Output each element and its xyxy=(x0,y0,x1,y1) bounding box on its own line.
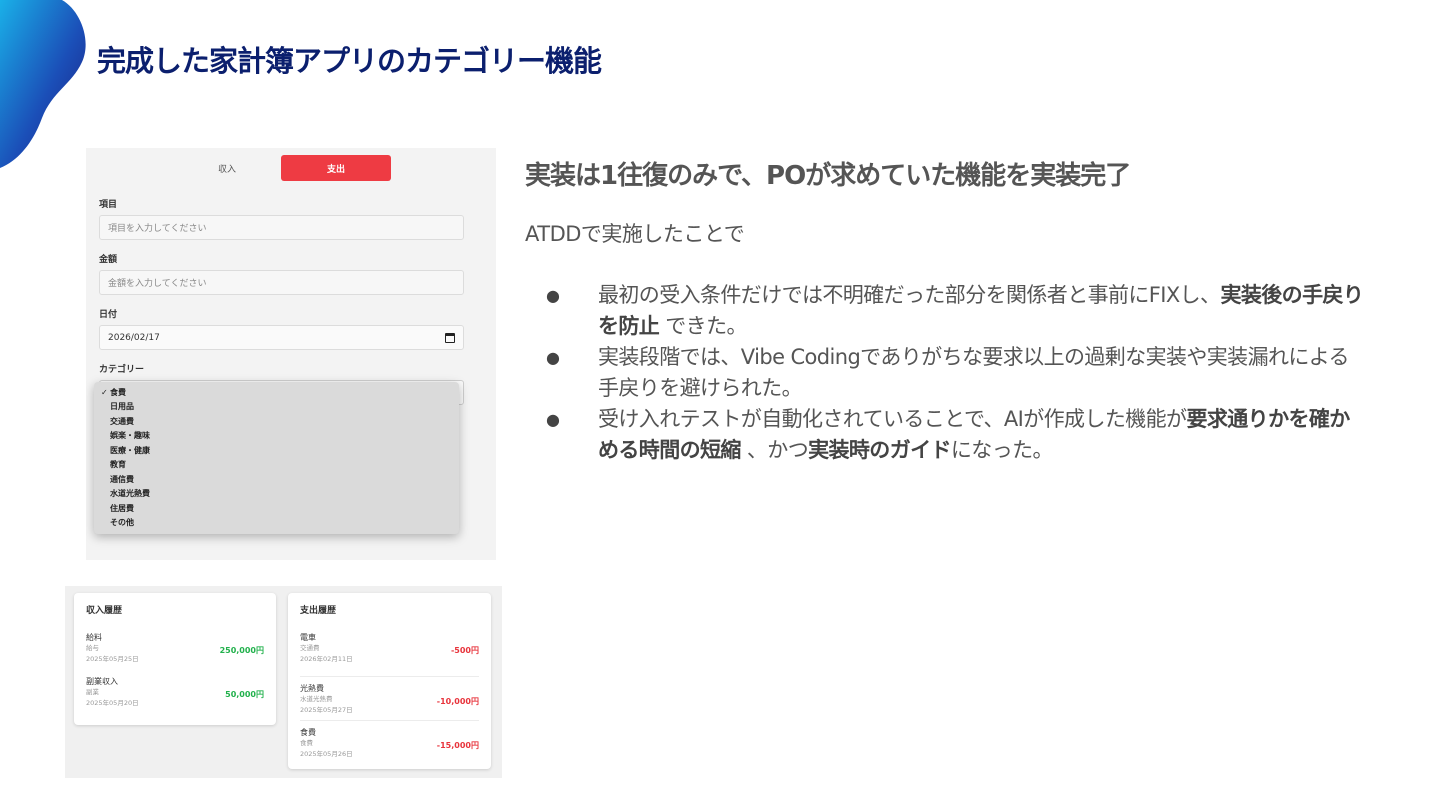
list-item: 給料 給与 2025年05月25日 250,000円 xyxy=(86,633,264,663)
amount-label: 金額 xyxy=(99,255,118,265)
item-label: 項目 xyxy=(99,200,118,210)
calendar-icon[interactable] xyxy=(445,333,455,343)
list-item: 電車 交通費 2026年02月11日 -500円 xyxy=(300,633,479,663)
entry-amount: -500円 xyxy=(450,646,479,655)
entry-amount: -15,000円 xyxy=(436,741,479,750)
income-expense-toggle: 収入 支出 xyxy=(86,155,496,181)
category-option[interactable]: ✓ 食費 xyxy=(101,385,459,400)
category-option[interactable]: 交通費 xyxy=(101,414,459,429)
category-option[interactable]: 医療・健康 xyxy=(101,443,459,458)
expense-history-title: 支出履歴 xyxy=(300,606,337,616)
slide-title: 完成した家計簿アプリのカテゴリー機能 xyxy=(97,44,602,78)
bullet-item: ● 受け入れテストが自動化されていることで、AIが作成した機能が要求通りかを確か… xyxy=(546,404,1366,466)
date-input[interactable]: 2026/02/17 xyxy=(99,325,464,350)
bullet-icon: ● xyxy=(546,348,560,367)
bullet-icon: ● xyxy=(546,410,560,429)
amount-input[interactable]: 金額を入力してください xyxy=(99,270,464,295)
list-item: 副業収入 副業 2025年05月20日 50,000円 xyxy=(86,677,264,707)
amount-placeholder: 金額を入力してください xyxy=(108,279,207,289)
income-history-card: 収入履歴 給料 給与 2025年05月25日 250,000円 副業収入 副業 … xyxy=(74,593,276,725)
entry-amount: 250,000円 xyxy=(219,646,264,655)
expense-tab[interactable]: 支出 xyxy=(281,155,391,181)
bullet-list: ● 最初の受入条件だけでは不明確だった部分を関係者と事前にFIXし、実装後の手戻… xyxy=(546,280,1366,466)
category-option[interactable]: 水道光熱費 xyxy=(101,487,459,502)
income-tab[interactable]: 収入 xyxy=(172,155,282,181)
category-option[interactable]: 日用品 xyxy=(101,400,459,415)
expense-form-screenshot: 収入 支出 項目 項目を入力してください 金額 金額を入力してください 日付 2… xyxy=(86,148,496,560)
category-option[interactable]: その他 xyxy=(101,516,459,531)
list-item: 光熱費 水道光熱費 2025年05月27日 -10,000円 xyxy=(300,676,479,720)
income-history-title: 収入履歴 xyxy=(86,606,123,616)
category-option[interactable]: 娯楽・趣味 xyxy=(101,429,459,444)
entry-amount: -10,000円 xyxy=(436,697,479,706)
list-item: 食費 食費 2025年05月26日 -15,000円 xyxy=(300,720,479,764)
category-option[interactable]: 住居費 xyxy=(101,501,459,516)
corner-decoration xyxy=(0,0,100,180)
expense-history-card: 支出履歴 電車 交通費 2026年02月11日 -500円 光熱費 水道光熱費 … xyxy=(288,593,491,769)
item-input[interactable]: 項目を入力してください xyxy=(99,215,464,240)
bullet-item: ● 最初の受入条件だけでは不明確だった部分を関係者と事前にFIXし、実装後の手戻… xyxy=(546,280,1366,342)
date-label: 日付 xyxy=(99,310,118,320)
bullet-item: ● 実装段階では、Vibe Codingでありがちな要求以上の過剰な実装や実装漏… xyxy=(546,342,1366,404)
bullet-icon: ● xyxy=(546,286,560,305)
intro-text: ATDDで実施したことで xyxy=(525,222,745,246)
category-option[interactable]: 教育 xyxy=(101,458,459,473)
item-placeholder: 項目を入力してください xyxy=(108,224,207,234)
checkmark-icon: ✓ xyxy=(101,387,108,397)
category-option[interactable]: 通信費 xyxy=(101,472,459,487)
date-value: 2026/02/17 xyxy=(108,332,160,343)
entry-amount: 50,000円 xyxy=(225,690,264,699)
section-heading: 実装は1往復のみで、POが求めていた機能を実装完了 xyxy=(525,161,1131,191)
category-dropdown: ✓ 食費 日用品 交通費 娯楽・趣味 医療・健康 教育 通信費 水道光熱費 住居費… xyxy=(94,382,459,534)
history-screenshot: 収入履歴 給料 給与 2025年05月25日 250,000円 副業収入 副業 … xyxy=(65,586,502,778)
category-label: カテゴリー xyxy=(99,365,145,375)
